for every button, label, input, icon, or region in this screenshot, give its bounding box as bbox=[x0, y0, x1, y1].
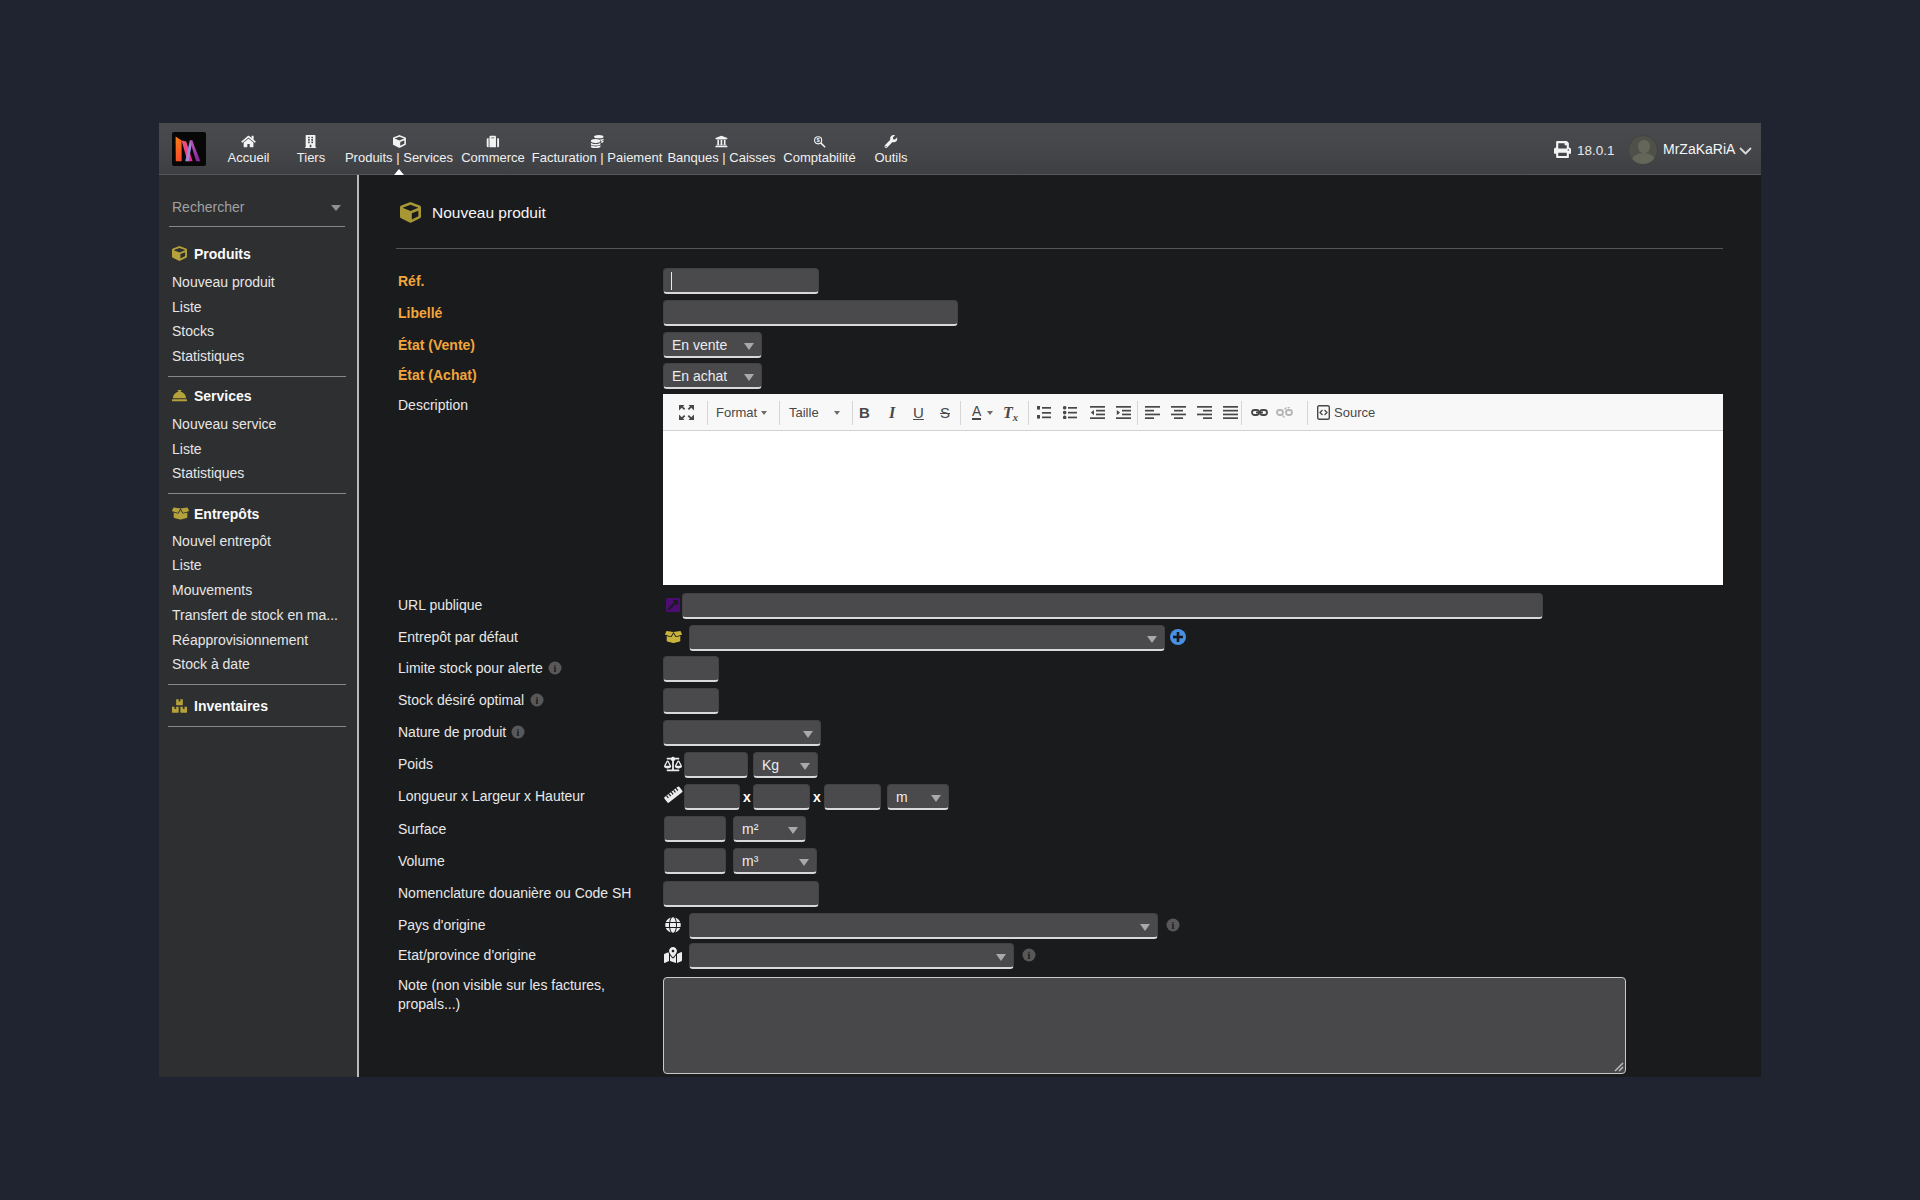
svg-text:$: $ bbox=[817, 137, 821, 143]
